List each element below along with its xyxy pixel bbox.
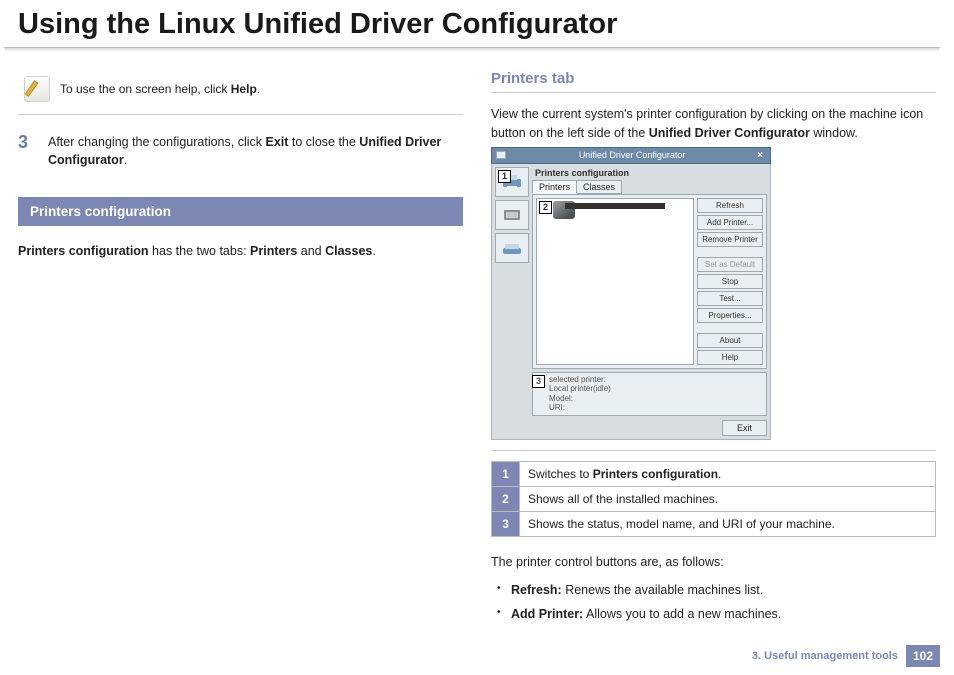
note-bold: Help xyxy=(231,82,257,96)
cell-desc-3: Shows the status, model name, and URI of… xyxy=(520,511,936,536)
table-row: 1 Switches to Printers configuration. xyxy=(492,461,936,486)
list-item: Refresh: Renews the available machines l… xyxy=(497,578,936,603)
shot-title-text: Unified Driver Configurator xyxy=(579,150,686,160)
sidebar-classes-button[interactable] xyxy=(495,200,529,230)
help-note: To use the on screen help, click Help. xyxy=(18,70,463,108)
help-button[interactable]: Help xyxy=(697,350,763,365)
subhead-printers-tab: Printers tab xyxy=(491,70,936,93)
shot-body: 1 Printers configuration Printers Classe… xyxy=(491,164,771,440)
callout-table: 1 Switches to Printers configuration. 2 … xyxy=(491,461,936,537)
scanner-icon xyxy=(501,239,523,257)
printer-list[interactable]: 2 xyxy=(536,198,694,365)
status-panel: 3 selected printer: Local printer(idle) … xyxy=(532,372,767,416)
control-bullets: Refresh: Renews the available machines l… xyxy=(497,578,936,628)
step-number: 3 xyxy=(18,133,36,169)
about-button[interactable]: About xyxy=(697,333,763,348)
remove-printer-button[interactable]: Remove Printer xyxy=(697,232,763,247)
intro-text: View the current system's printer config… xyxy=(491,105,936,143)
shot-header: Printers configuration xyxy=(532,167,767,180)
table-row: 2 Shows all of the installed machines. xyxy=(492,486,936,511)
shot-titlebar: Unified Driver Configurator × xyxy=(491,147,771,164)
refresh-button[interactable]: Refresh xyxy=(697,198,763,213)
page-title: Using the Linux Unified Driver Configura… xyxy=(0,0,954,47)
cell-desc-2: Shows all of the installed machines. xyxy=(520,486,936,511)
page-footer: 3. Useful management tools 102 xyxy=(752,645,940,667)
shot-main: Printers configuration Printers Classes … xyxy=(532,167,767,436)
sidebar-ports-button[interactable] xyxy=(495,233,529,263)
cell-desc-1: Switches to Printers configuration. xyxy=(520,461,936,486)
add-printer-button[interactable]: Add Printer... xyxy=(697,215,763,230)
status-heading: selected printer: xyxy=(549,375,750,385)
callout-1: 1 xyxy=(498,170,511,183)
footer-page-number: 102 xyxy=(906,645,940,667)
step-3: 3 After changing the configurations, cli… xyxy=(18,133,463,169)
window-icon xyxy=(496,151,506,159)
stop-button[interactable]: Stop xyxy=(697,274,763,289)
step-text: After changing the configurations, click… xyxy=(48,133,463,169)
status-line-1: Local printer(idle) xyxy=(549,384,750,394)
callout-3: 3 xyxy=(532,375,545,388)
printers-config-desc: Printers configuration has the two tabs:… xyxy=(18,242,463,261)
sidebar-printers-button[interactable]: 1 xyxy=(495,167,529,197)
divider xyxy=(491,450,936,451)
list-item: Add Printer: Allows you to add a new mac… xyxy=(497,602,936,627)
set-default-button[interactable]: Set as Default xyxy=(697,257,763,272)
shot-tabs: Printers Classes xyxy=(532,180,767,194)
note-icon xyxy=(24,76,50,102)
note-divider xyxy=(18,114,463,115)
cell-num-2: 2 xyxy=(492,486,520,511)
content-columns: To use the on screen help, click Help. 3… xyxy=(0,52,954,627)
shot-sidebar: 1 xyxy=(495,167,529,436)
shot-panel: 2 Refresh Add Printer... Remove Printer … xyxy=(532,194,767,369)
right-column: Printers tab View the current system's p… xyxy=(491,70,936,627)
table-row: 3 Shows the status, model name, and URI … xyxy=(492,511,936,536)
status-line-3: URI: xyxy=(549,403,750,413)
shot-footer: Exit xyxy=(532,416,767,436)
tab-printers[interactable]: Printers xyxy=(532,180,577,194)
selection-bar xyxy=(565,203,665,209)
device-icon xyxy=(501,206,523,224)
note-pre: To use the on screen help, click xyxy=(60,82,231,96)
close-icon[interactable]: × xyxy=(754,150,766,161)
note-post: . xyxy=(257,82,260,96)
exit-button[interactable]: Exit xyxy=(722,420,767,436)
shot-button-column: Refresh Add Printer... Remove Printer Se… xyxy=(697,198,763,365)
left-column: To use the on screen help, click Help. 3… xyxy=(18,70,463,627)
footer-chapter: 3. Useful management tools xyxy=(752,650,898,662)
status-line-2: Model: xyxy=(549,394,750,404)
cell-num-3: 3 xyxy=(492,511,520,536)
test-button[interactable]: Test... xyxy=(697,291,763,306)
screenshot-unified-driver: Unified Driver Configurator × 1 xyxy=(491,147,771,440)
cell-num-1: 1 xyxy=(492,461,520,486)
callout-2: 2 xyxy=(539,201,552,214)
section-bar-printers-config: Printers configuration xyxy=(18,197,463,226)
properties-button[interactable]: Properties... xyxy=(697,308,763,323)
tab-classes[interactable]: Classes xyxy=(576,180,622,194)
controls-intro: The printer control buttons are, as foll… xyxy=(491,553,936,572)
note-text: To use the on screen help, click Help. xyxy=(60,82,260,96)
